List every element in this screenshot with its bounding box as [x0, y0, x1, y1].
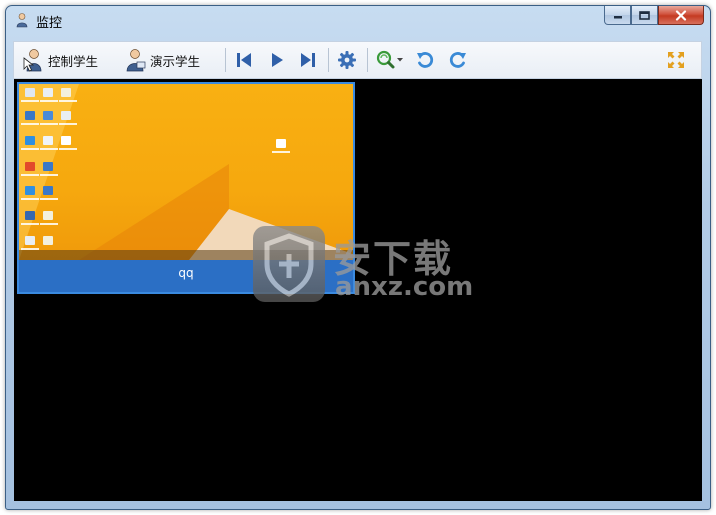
- fullscreen-icon: [668, 52, 684, 68]
- title-bar[interactable]: 监控: [6, 6, 710, 34]
- maximize-button[interactable]: [631, 6, 658, 25]
- student-monitor-icon: [16, 13, 28, 28]
- settings-button[interactable]: [337, 42, 357, 78]
- last-button[interactable]: [299, 42, 317, 78]
- zoom-button[interactable]: [374, 42, 404, 78]
- minimize-button[interactable]: [604, 6, 631, 25]
- watermark-subtext: anxz.com: [335, 272, 474, 302]
- first-button[interactable]: [235, 42, 253, 78]
- toolbar: 控制学生 演示学生: [13, 41, 702, 79]
- control-student-button[interactable]: 控制学生: [22, 42, 98, 78]
- skip-to-first-icon: [237, 53, 251, 67]
- skip-to-last-icon: [301, 53, 315, 67]
- rotate-left-button[interactable]: [415, 42, 435, 78]
- caption-buttons: [604, 6, 704, 26]
- toolbar-separator: [225, 48, 226, 72]
- play-icon: [272, 53, 283, 67]
- toolbar-separator: [367, 48, 368, 72]
- play-button[interactable]: [268, 42, 286, 78]
- minimize-icon: [613, 16, 622, 19]
- maximize-icon: [639, 10, 650, 20]
- demo-student-button[interactable]: 演示学生: [124, 42, 200, 78]
- monitor-window: 监控 控制学生 演示学生 qq 安下载 anxz.com: [5, 5, 711, 510]
- window-title: 监控: [36, 16, 63, 31]
- toolbar-separator: [328, 48, 329, 72]
- zoom-refresh-icon: [376, 50, 403, 69]
- rotate-left-icon: [417, 52, 434, 68]
- rotate-right-button[interactable]: [448, 42, 468, 78]
- demo-student-label: 演示学生: [150, 53, 201, 69]
- gear-icon: [338, 51, 356, 69]
- watermark: 安下载 anxz.com: [253, 224, 483, 304]
- close-icon: [675, 9, 687, 21]
- close-button[interactable]: [658, 6, 704, 25]
- watermark-shield-icon: [253, 226, 325, 302]
- fullscreen-button[interactable]: [666, 42, 686, 78]
- control-student-label: 控制学生: [48, 53, 99, 69]
- demo-student-icon: [126, 49, 146, 72]
- rotate-right-icon: [449, 52, 466, 68]
- control-student-icon: [23, 49, 42, 72]
